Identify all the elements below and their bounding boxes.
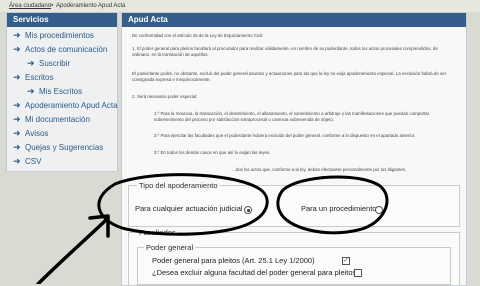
ink-annotations bbox=[36, 173, 389, 284]
ink-circle-right bbox=[276, 175, 389, 235]
ink-circle-left bbox=[97, 173, 269, 236]
ink-arrow-shaft bbox=[36, 218, 108, 284]
